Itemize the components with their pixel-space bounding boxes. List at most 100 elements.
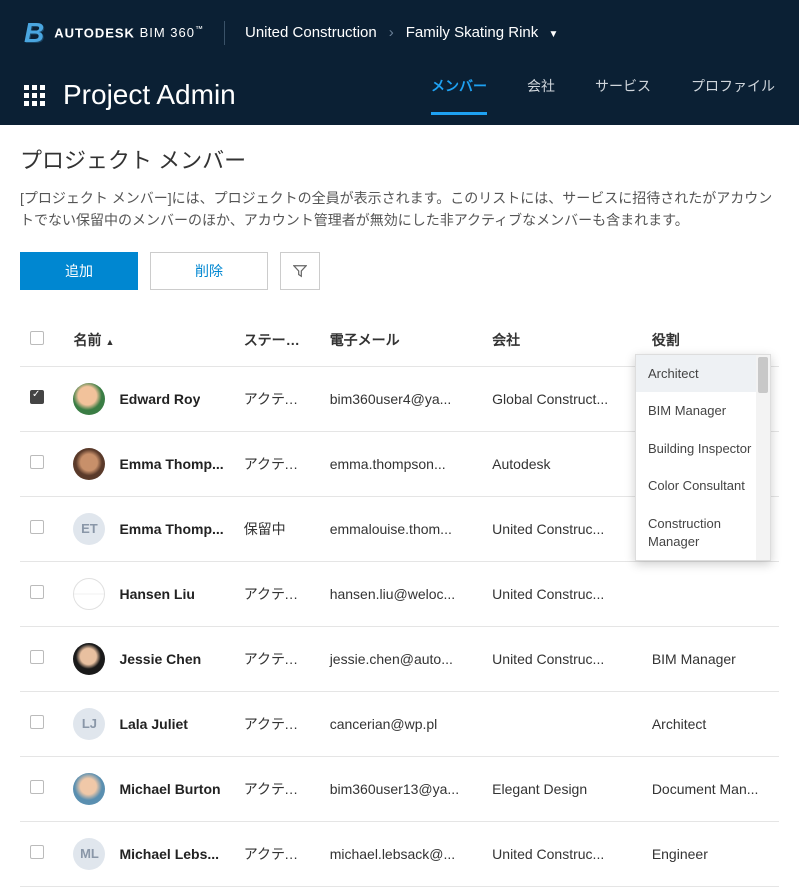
- breadcrumb-project-label: Family Skating Rink: [406, 24, 539, 41]
- member-cell: ET Emma Thomp...: [73, 513, 223, 545]
- member-email: emmalouise.thom...: [320, 496, 482, 561]
- breadcrumb-separator-icon: ›: [389, 24, 394, 41]
- table-row[interactable]: ML Michael Lebs... アクティ... michael.lebsa…: [20, 821, 779, 886]
- tab-profile[interactable]: プロファイル: [691, 76, 775, 115]
- column-header-company[interactable]: 会社: [482, 314, 642, 367]
- sort-ascending-icon: ▲: [105, 337, 114, 347]
- table-row[interactable]: LJ Lala Juliet アクティ... cancerian@wp.pl A…: [20, 691, 779, 756]
- member-status: アクティ...: [234, 431, 320, 496]
- apps-grid-icon[interactable]: [24, 85, 45, 106]
- avatar: [73, 383, 105, 415]
- member-status: アクティ...: [234, 821, 320, 886]
- row-checkbox[interactable]: [30, 390, 44, 404]
- member-email: hansen.liu@weloc...: [320, 561, 482, 626]
- member-name: Edward Roy: [119, 391, 200, 407]
- brand-product: BIM 360™: [140, 25, 204, 40]
- member-status: アクティ...: [234, 756, 320, 821]
- caret-down-icon: ▼: [548, 29, 558, 40]
- breadcrumb-account[interactable]: United Construction: [245, 24, 377, 41]
- member-email: michael.lebsack@...: [320, 821, 482, 886]
- logo-area: B AUTODESK BIM 360™: [24, 17, 204, 49]
- tab-companies[interactable]: 会社: [527, 76, 555, 115]
- member-cell: Michael Burton: [73, 773, 223, 805]
- member-company: United Construc...: [482, 496, 642, 561]
- member-name: Emma Thomp...: [119, 521, 223, 537]
- member-status: 保留中: [234, 496, 320, 561]
- delete-button[interactable]: 削除: [150, 252, 268, 290]
- member-cell: Jessie Chen: [73, 643, 223, 675]
- avatar: [73, 773, 105, 805]
- member-email: bim360user13@ya...: [320, 756, 482, 821]
- member-name: Michael Burton: [119, 781, 220, 797]
- member-role[interactable]: Document Man...: [642, 756, 779, 821]
- member-status: アクティ...: [234, 366, 320, 431]
- action-bar: 追加 削除: [20, 252, 779, 290]
- breadcrumb: United Construction › Family Skating Rin…: [245, 24, 558, 41]
- member-cell: Hansen Liu: [73, 578, 223, 610]
- breadcrumb-project[interactable]: Family Skating Rink ▼: [406, 24, 559, 41]
- member-email: emma.thompson...: [320, 431, 482, 496]
- member-email: jessie.chen@auto...: [320, 626, 482, 691]
- member-name: Emma Thomp...: [119, 456, 223, 472]
- member-status: アクティ...: [234, 691, 320, 756]
- dropdown-option-construction-manager[interactable]: Construction Manager: [636, 505, 770, 560]
- nav-row: Project Admin メンバー 会社 サービス プロファイル: [0, 65, 799, 125]
- row-checkbox[interactable]: [30, 845, 44, 859]
- table-row[interactable]: Jessie Chen アクティ... jessie.chen@auto... …: [20, 626, 779, 691]
- row-checkbox[interactable]: [30, 455, 44, 469]
- dropdown-option-color-consultant[interactable]: Color Consultant: [636, 467, 770, 505]
- member-role[interactable]: BIM Manager: [642, 626, 779, 691]
- filter-button[interactable]: [280, 252, 320, 290]
- nav-tabs: メンバー 会社 サービス プロファイル: [431, 76, 775, 115]
- avatar: [73, 578, 105, 610]
- role-dropdown: Architect BIM Manager Building Inspector…: [635, 354, 771, 561]
- dropdown-option-bim-manager[interactable]: BIM Manager: [636, 392, 770, 430]
- column-header-checkbox[interactable]: [20, 314, 63, 367]
- dropdown-option-building-inspector[interactable]: Building Inspector: [636, 430, 770, 468]
- member-cell: Emma Thomp...: [73, 448, 223, 480]
- member-cell: Edward Roy: [73, 383, 223, 415]
- section-description: [プロジェクト メンバー]には、プロジェクトの全員が表示されます。このリストには…: [20, 187, 779, 232]
- member-email: bim360user4@ya...: [320, 366, 482, 431]
- member-role[interactable]: Architect: [642, 691, 779, 756]
- select-all-checkbox[interactable]: [30, 331, 44, 345]
- row-checkbox[interactable]: [30, 520, 44, 534]
- header-divider: [224, 21, 225, 45]
- member-role[interactable]: Engineer: [642, 821, 779, 886]
- row-checkbox[interactable]: [30, 715, 44, 729]
- member-name: Lala Juliet: [119, 716, 187, 732]
- dropdown-scrollbar-thumb[interactable]: [758, 357, 768, 393]
- tab-members[interactable]: メンバー: [431, 76, 487, 115]
- member-company: United Construc...: [482, 626, 642, 691]
- row-checkbox[interactable]: [30, 780, 44, 794]
- member-role[interactable]: [642, 561, 779, 626]
- member-company: United Construc...: [482, 561, 642, 626]
- member-status: アクティ...: [234, 626, 320, 691]
- row-checkbox[interactable]: [30, 650, 44, 664]
- dropdown-scrollbar[interactable]: [756, 355, 770, 560]
- app-header: B AUTODESK BIM 360™ United Construction …: [0, 0, 799, 65]
- page-title: Project Admin: [63, 79, 431, 111]
- row-checkbox[interactable]: [30, 585, 44, 599]
- brand-autodesk: AUTODESK: [54, 25, 135, 40]
- avatar: [73, 448, 105, 480]
- logo-icon: B: [24, 17, 44, 49]
- dropdown-option-architect[interactable]: Architect: [636, 355, 770, 393]
- filter-icon: [293, 264, 307, 278]
- tab-services[interactable]: サービス: [595, 76, 651, 115]
- column-header-email[interactable]: 電子メール: [320, 314, 482, 367]
- avatar: LJ: [73, 708, 105, 740]
- table-row[interactable]: Hansen Liu アクティ... hansen.liu@weloc... U…: [20, 561, 779, 626]
- avatar: [73, 643, 105, 675]
- member-cell: LJ Lala Juliet: [73, 708, 223, 740]
- member-company: Global Construct...: [482, 366, 642, 431]
- add-button[interactable]: 追加: [20, 252, 138, 290]
- member-company: United Construc...: [482, 821, 642, 886]
- section-title: プロジェクト メンバー: [20, 143, 779, 175]
- column-header-name[interactable]: 名前▲: [63, 314, 233, 367]
- table-row[interactable]: Michael Burton アクティ... bim360user13@ya..…: [20, 756, 779, 821]
- member-name: Jessie Chen: [119, 651, 201, 667]
- column-header-status[interactable]: ステータ...: [234, 314, 320, 367]
- member-name: Michael Lebs...: [119, 846, 219, 862]
- member-status: アクティ...: [234, 561, 320, 626]
